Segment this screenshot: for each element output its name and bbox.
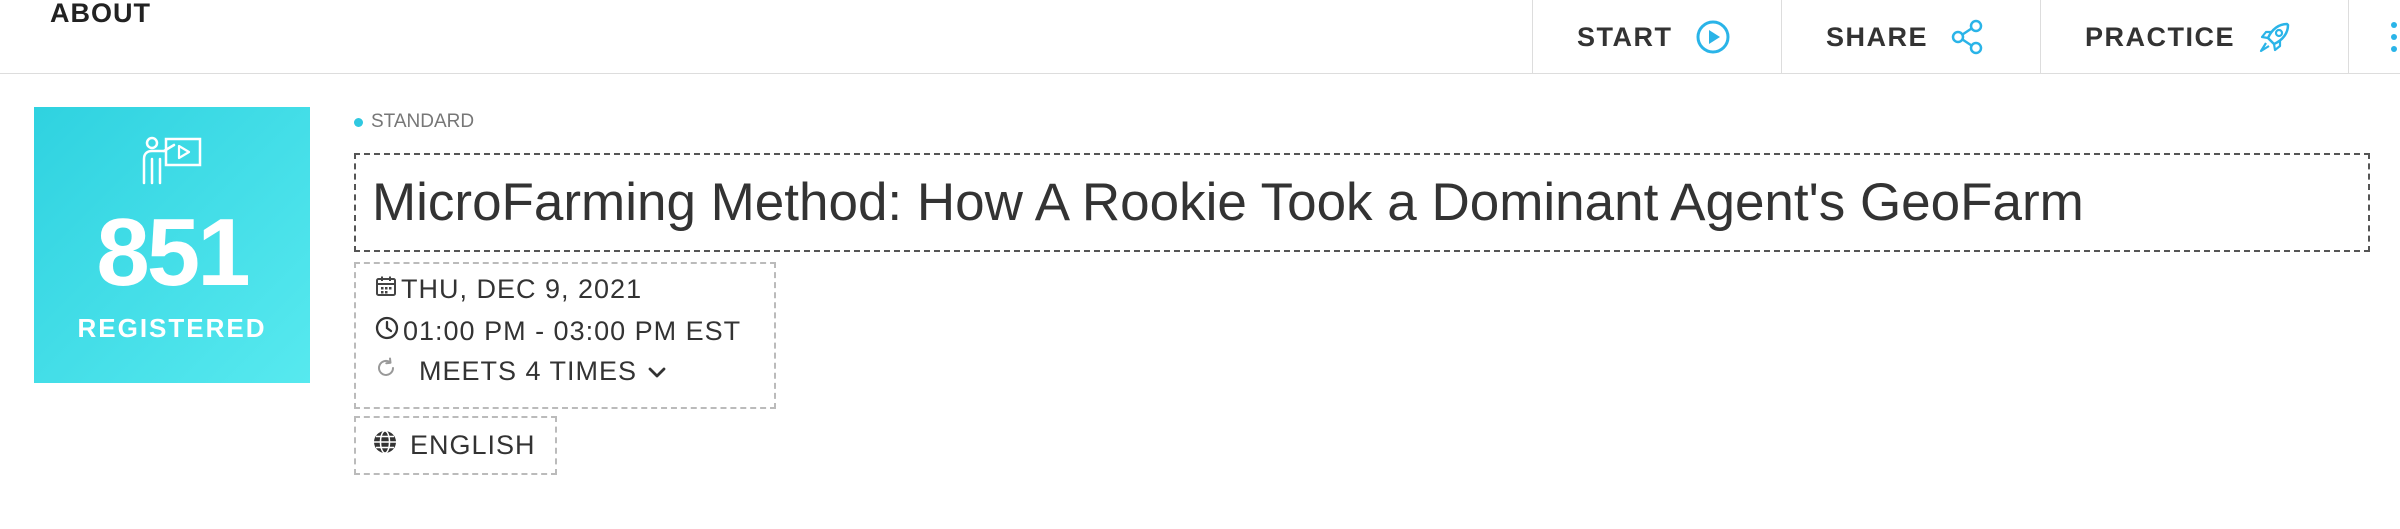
share-icon — [1950, 19, 1984, 55]
presenter-icon — [140, 135, 204, 194]
event-title: MicroFarming Method: How A Rookie Took a… — [354, 153, 2370, 252]
more-options-button[interactable] — [2348, 0, 2400, 74]
action-toolbar: START SHARE PRACTICE — [1532, 0, 2400, 74]
event-time-row: 01:00 PM - 03:00 PM EST — [374, 315, 741, 348]
share-label: SHARE — [1826, 21, 1929, 52]
top-nav-bar: ABOUT START SHARE PRACTICE — [0, 0, 2400, 74]
schedule-details: THU, DEC 9, 2021 01:00 PM - 03:00 PM EST… — [354, 262, 776, 409]
chevron-down-icon — [647, 356, 670, 387]
recurrence-label: MEETS 4 TIMES — [419, 356, 638, 386]
language-badge: ENGLISH — [354, 416, 557, 475]
event-date-row: THU, DEC 9, 2021 — [374, 274, 642, 305]
tier-badge: STANDARD — [354, 111, 474, 133]
registered-label: REGISTERED — [77, 313, 267, 343]
language-label: ENGLISH — [410, 430, 536, 460]
start-button[interactable]: START — [1532, 0, 1781, 74]
practice-label: PRACTICE — [2085, 21, 2236, 52]
tier-label: STANDARD — [371, 111, 475, 132]
share-button[interactable]: SHARE — [1781, 0, 2040, 74]
more-vertical-icon — [2389, 19, 2399, 55]
event-date: THU, DEC 9, 2021 — [401, 274, 643, 304]
recurrence-toggle[interactable]: MEETS 4 TIMES — [374, 356, 670, 387]
repeat-icon — [374, 356, 401, 387]
tab-about[interactable]: ABOUT — [50, 0, 151, 27]
event-time: 01:00 PM - 03:00 PM EST — [403, 316, 742, 346]
registration-card: 851 REGISTERED — [34, 107, 310, 383]
tier-dot-icon — [354, 117, 363, 127]
clock-icon — [374, 315, 403, 348]
practice-button[interactable]: PRACTICE — [2040, 0, 2348, 74]
globe-icon — [372, 429, 398, 462]
rocket-icon — [2257, 19, 2293, 55]
start-label: START — [1577, 21, 1673, 52]
play-circle-icon — [1695, 19, 1731, 55]
calendar-icon — [374, 274, 401, 305]
registered-count: 851 — [96, 199, 250, 306]
